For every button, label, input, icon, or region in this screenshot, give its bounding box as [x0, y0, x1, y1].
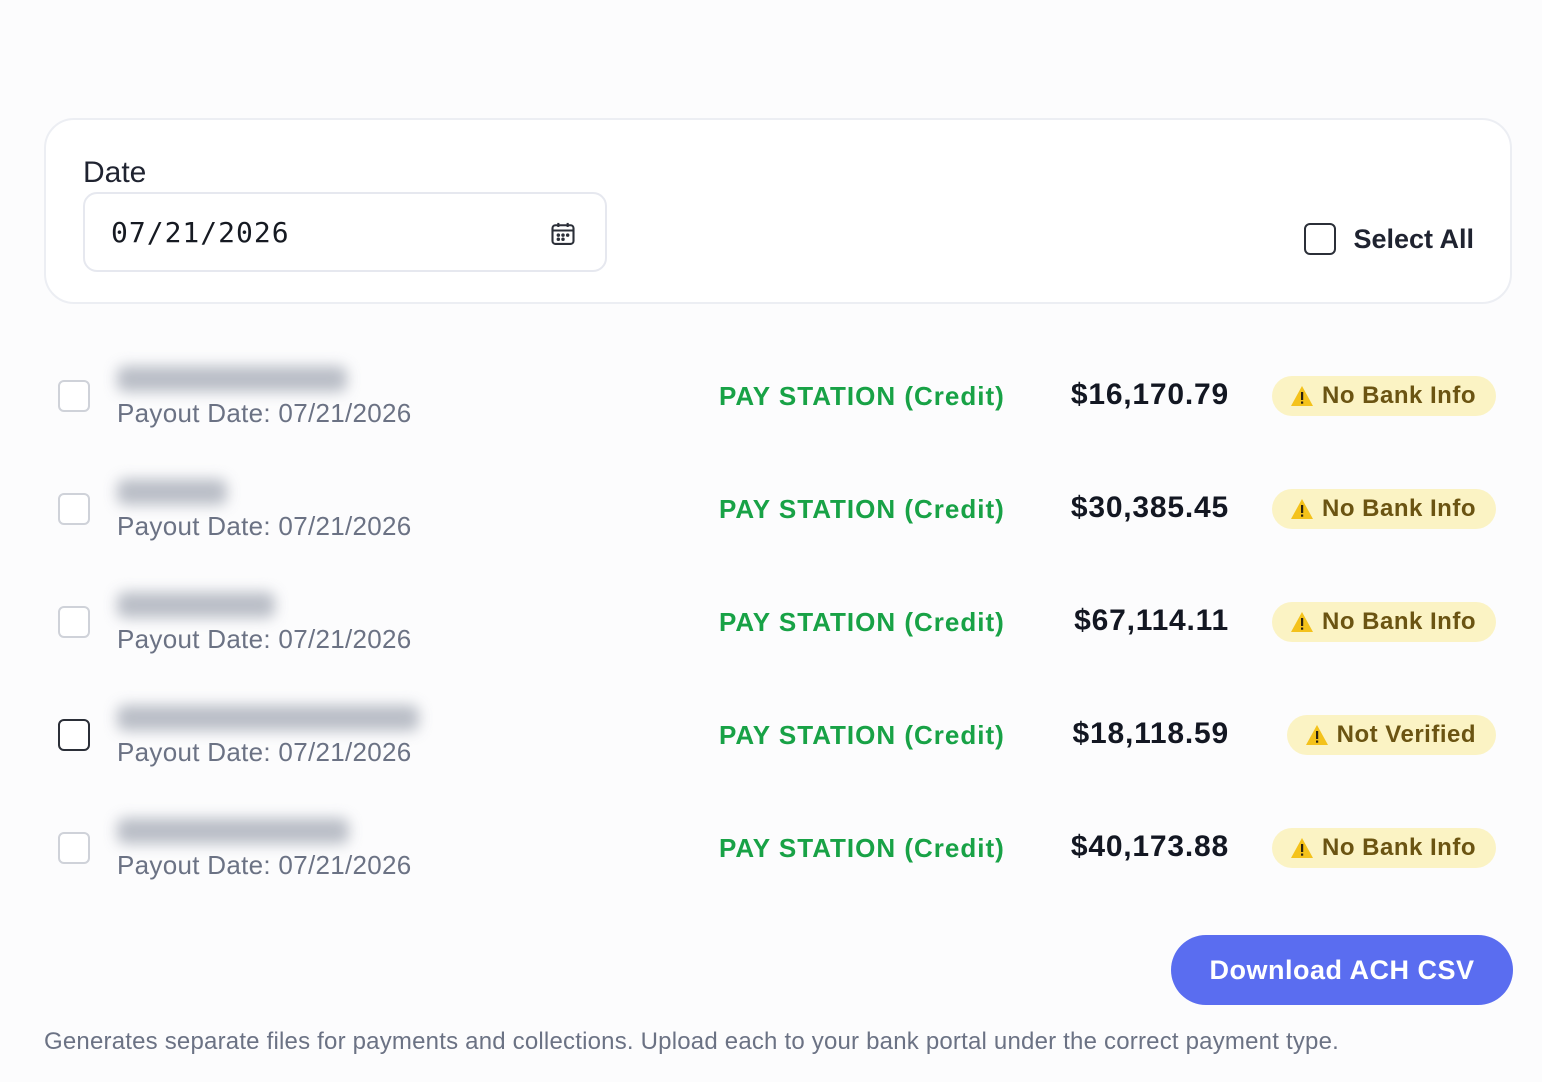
status-badge: No Bank Info [1272, 489, 1496, 529]
date-value: 07/21/2026 [111, 215, 290, 249]
payee-name-redacted [117, 818, 349, 844]
payout-date: Payout Date: 07/21/2026 [117, 511, 412, 541]
payout-amount: $30,385.45 [1070, 491, 1229, 524]
footnote: Generates separate files for payments an… [44, 1028, 1339, 1055]
row-checkbox[interactable] [58, 606, 90, 638]
payee-name-redacted [117, 479, 227, 505]
date-label: Date [83, 156, 147, 189]
payout-amount: $40,173.88 [1070, 830, 1229, 863]
warning-icon [1291, 386, 1313, 406]
payout-date: Payout Date: 07/21/2026 [117, 398, 412, 428]
filter-card: Date 07/21/2026 Select All [44, 118, 1512, 304]
warning-icon [1291, 838, 1313, 858]
payout-row: Payout Date: 07/21/2026 PAY STATION (Cre… [0, 677, 1542, 790]
payment-method: PAY STATION (Credit) [719, 720, 1005, 750]
status-label: No Bank Info [1322, 834, 1476, 861]
status-badge: No Bank Info [1272, 376, 1496, 416]
payout-amount: $18,118.59 [1072, 717, 1229, 750]
status-label: Not Verified [1336, 721, 1476, 748]
payment-method: PAY STATION (Credit) [719, 833, 1005, 863]
payment-method: PAY STATION (Credit) [719, 607, 1005, 637]
payout-date: Payout Date: 07/21/2026 [117, 624, 412, 654]
ach-export-page: Date 07/21/2026 Select All Payout Date: … [0, 0, 1542, 1082]
status-badge: No Bank Info [1272, 602, 1496, 642]
status-label: No Bank Info [1322, 608, 1476, 635]
payment-method: PAY STATION (Credit) [719, 381, 1005, 411]
payee-name-redacted [117, 592, 275, 618]
row-checkbox[interactable] [58, 719, 90, 751]
payout-amount: $67,114.11 [1074, 604, 1229, 637]
payout-amount: $16,170.79 [1070, 378, 1229, 411]
row-checkbox[interactable] [58, 493, 90, 525]
row-checkbox[interactable] [58, 380, 90, 412]
warning-icon [1291, 499, 1313, 519]
calendar-icon[interactable] [549, 220, 577, 248]
status-badge: Not Verified [1286, 715, 1496, 755]
payout-date: Payout Date: 07/21/2026 [117, 850, 412, 880]
payout-row: Payout Date: 07/21/2026 PAY STATION (Cre… [0, 790, 1542, 903]
payment-method: PAY STATION (Credit) [719, 494, 1005, 524]
warning-icon [1291, 612, 1313, 632]
status-label: No Bank Info [1322, 382, 1476, 409]
select-all-checkbox[interactable] [1304, 223, 1337, 255]
select-all-control[interactable]: Select All [1304, 223, 1474, 255]
select-all-label: Select All [1353, 223, 1474, 254]
payout-list: Payout Date: 07/21/2026 PAY STATION (Cre… [0, 338, 1542, 903]
payout-row: Payout Date: 07/21/2026 PAY STATION (Cre… [0, 338, 1542, 451]
payout-row: Payout Date: 07/21/2026 PAY STATION (Cre… [0, 564, 1542, 677]
row-checkbox[interactable] [58, 832, 90, 864]
download-ach-csv-button[interactable]: Download ACH CSV [1171, 935, 1513, 1005]
warning-icon [1305, 725, 1328, 745]
payee-name-redacted [117, 705, 419, 731]
payee-name-redacted [117, 366, 347, 392]
payout-row: Payout Date: 07/21/2026 PAY STATION (Cre… [0, 451, 1542, 564]
status-badge: No Bank Info [1272, 828, 1496, 868]
date-input[interactable]: 07/21/2026 [83, 192, 607, 272]
status-label: No Bank Info [1322, 495, 1476, 522]
payout-date: Payout Date: 07/21/2026 [117, 737, 412, 767]
